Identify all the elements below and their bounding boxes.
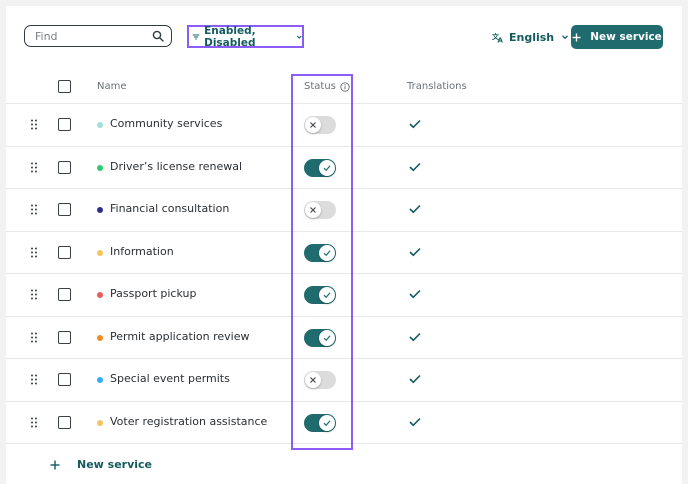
- status-toggle[interactable]: [304, 413, 336, 432]
- column-header-translations[interactable]: Translations: [407, 81, 467, 92]
- info-icon[interactable]: [340, 81, 350, 92]
- check-icon: [323, 292, 331, 299]
- row-checkbox[interactable]: [58, 330, 71, 344]
- service-name[interactable]: Information: [110, 245, 174, 258]
- row-checkbox[interactable]: [58, 160, 71, 174]
- translation-check-icon: [409, 204, 421, 214]
- drag-handle-icon[interactable]: [30, 204, 38, 215]
- service-color-dot: [97, 164, 103, 171]
- close-icon: [310, 207, 316, 213]
- service-color-dot: [97, 207, 103, 213]
- table-row: Special event permits: [6, 359, 682, 402]
- add-new-service-label: New service: [77, 458, 153, 471]
- add-new-service-link[interactable]: New service: [50, 458, 152, 471]
- status-toggle[interactable]: [304, 371, 336, 389]
- svg-text:A: A: [498, 37, 504, 44]
- table-row: Voter registration assistance: [6, 402, 682, 444]
- language-selector[interactable]: 文 A English: [492, 30, 569, 44]
- status-toggle[interactable]: [304, 286, 336, 304]
- filter-icon: [192, 33, 200, 40]
- services-table-body: Community services Driver’s license rene…: [6, 104, 682, 444]
- status-toggle[interactable]: [304, 116, 336, 134]
- table-header: Name Status Translations: [6, 70, 682, 104]
- toggle-knob: [305, 117, 321, 133]
- service-name[interactable]: Voter registration assistance: [110, 415, 267, 428]
- toggle-knob: [305, 372, 321, 388]
- check-icon: [323, 419, 331, 426]
- new-service-button[interactable]: New service: [571, 25, 663, 49]
- status-toggle[interactable]: [304, 328, 336, 347]
- drag-handle-icon[interactable]: [30, 374, 38, 385]
- table-row: Information: [6, 232, 682, 274]
- toggle-knob: [319, 329, 335, 346]
- check-icon: [323, 334, 331, 341]
- table-row: Permit application review: [6, 317, 682, 359]
- translate-icon: 文 A: [492, 32, 504, 44]
- status-toggle[interactable]: [304, 243, 336, 262]
- service-color-dot: [97, 292, 103, 298]
- table-row: Passport pickup: [6, 274, 682, 317]
- status-toggle[interactable]: [304, 158, 336, 177]
- check-icon: [323, 164, 331, 171]
- select-all-checkbox[interactable]: [58, 80, 71, 93]
- translation-check-icon: [409, 247, 421, 256]
- service-name[interactable]: Special event permits: [110, 372, 230, 385]
- table-row: Driver’s license renewal: [6, 147, 682, 189]
- service-name[interactable]: Permit application review: [110, 330, 249, 343]
- drag-handle-icon[interactable]: [30, 119, 38, 130]
- table-row: Community services: [6, 104, 682, 147]
- filter-label: Enabled, Disabled: [204, 24, 256, 49]
- table-row: Financial consultation: [6, 189, 682, 232]
- language-label: English: [509, 30, 555, 44]
- column-header-name[interactable]: Name: [97, 81, 127, 92]
- search-icon[interactable]: [152, 30, 164, 42]
- chevron-down-icon: [562, 35, 569, 40]
- row-checkbox[interactable]: [58, 288, 71, 301]
- close-icon: [310, 122, 316, 128]
- new-service-label: New service: [590, 31, 662, 43]
- find-input[interactable]: [35, 28, 145, 44]
- service-color-dot: [97, 334, 103, 341]
- status-toggle[interactable]: [304, 201, 336, 219]
- close-icon: [310, 377, 316, 383]
- chevron-down-icon: [296, 35, 302, 39]
- toggle-knob: [319, 244, 335, 261]
- toggle-knob: [305, 202, 321, 218]
- drag-handle-icon[interactable]: [30, 417, 38, 428]
- row-checkbox[interactable]: [58, 203, 71, 216]
- status-filter-dropdown[interactable]: Enabled, Disabled: [187, 24, 304, 49]
- find-field[interactable]: [24, 25, 172, 47]
- service-name[interactable]: Passport pickup: [110, 287, 196, 300]
- service-color-dot: [97, 377, 103, 383]
- row-checkbox[interactable]: [58, 118, 71, 131]
- check-icon: [323, 249, 331, 256]
- drag-handle-icon[interactable]: [30, 162, 38, 173]
- service-color-dot: [97, 122, 103, 128]
- drag-handle-icon[interactable]: [30, 289, 38, 300]
- plus-icon: [50, 460, 60, 469]
- row-checkbox[interactable]: [58, 245, 71, 259]
- service-color-dot: [97, 249, 103, 256]
- row-checkbox[interactable]: [58, 373, 71, 386]
- translation-check-icon: [409, 162, 421, 171]
- translation-check-icon: [409, 374, 421, 384]
- translation-check-icon: [409, 289, 421, 299]
- row-checkbox[interactable]: [58, 415, 71, 429]
- services-panel: Enabled, Disabled 文 A English New servic…: [6, 6, 682, 484]
- toggle-knob: [319, 414, 335, 431]
- toggle-knob: [319, 159, 335, 176]
- drag-handle-icon[interactable]: [30, 247, 38, 258]
- column-header-status[interactable]: Status: [304, 81, 350, 92]
- service-name[interactable]: Community services: [110, 117, 222, 130]
- service-name[interactable]: Driver’s license renewal: [110, 160, 242, 173]
- service-color-dot: [97, 419, 103, 426]
- drag-handle-icon[interactable]: [30, 332, 38, 343]
- plus-icon: [572, 33, 581, 41]
- translation-check-icon: [409, 332, 421, 341]
- toggle-knob: [319, 287, 335, 303]
- service-name[interactable]: Financial consultation: [110, 202, 229, 215]
- column-header-status-label: Status: [304, 81, 336, 92]
- translation-check-icon: [409, 119, 421, 129]
- translation-check-icon: [409, 417, 421, 426]
